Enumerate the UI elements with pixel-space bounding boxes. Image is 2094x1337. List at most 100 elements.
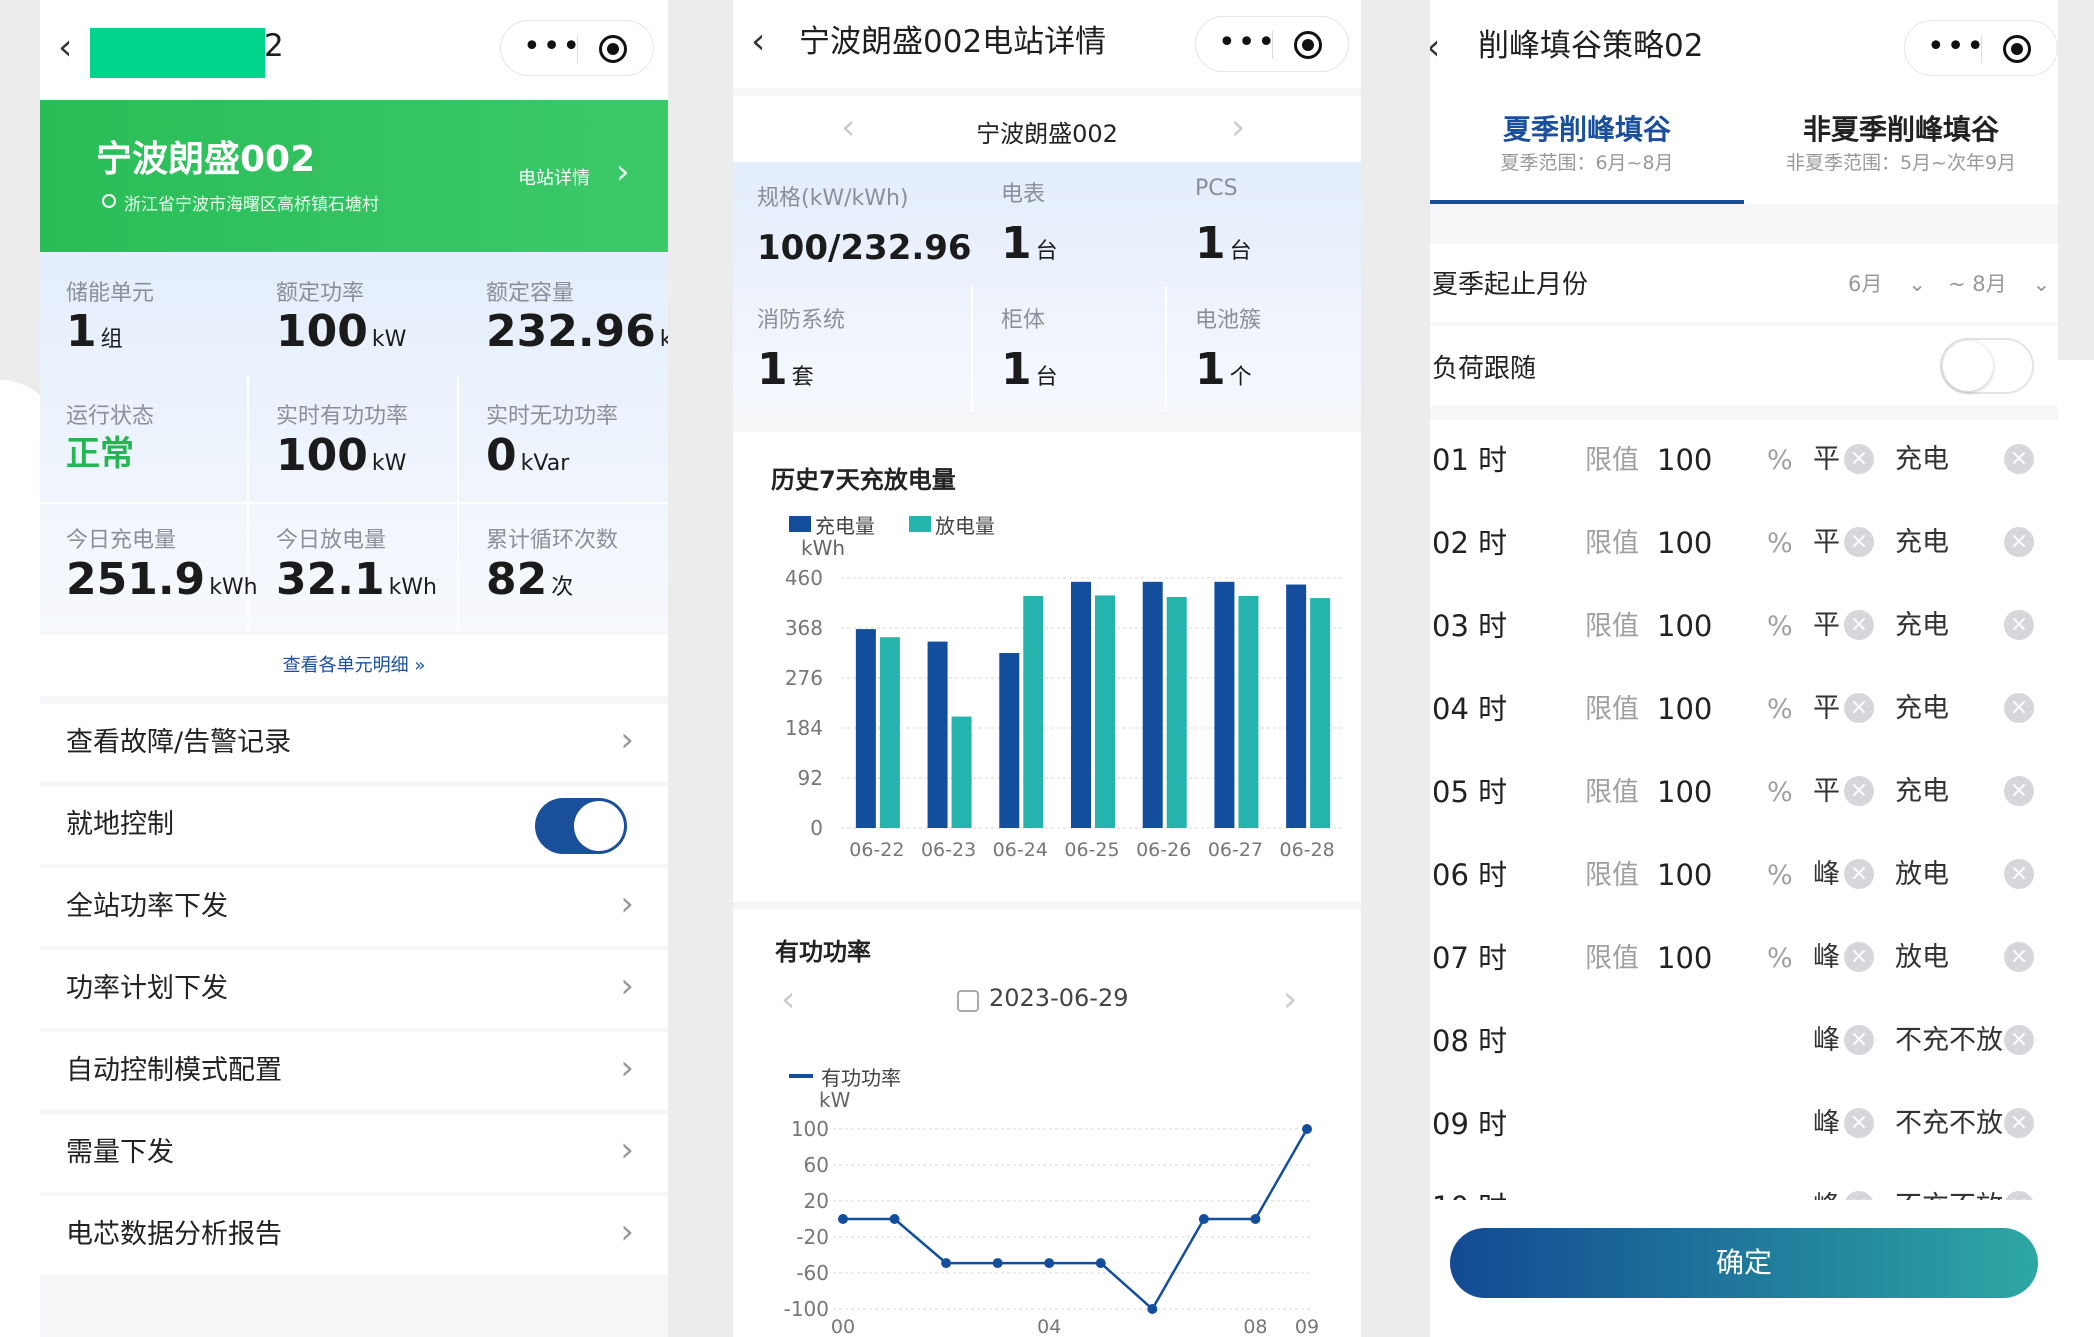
- limit-input[interactable]: 100: [1657, 772, 1712, 812]
- chevron-right-icon: ›: [620, 966, 634, 1006]
- action-select[interactable]: 充电: [1895, 772, 1949, 812]
- stat-value: 82 次: [486, 554, 574, 605]
- clear-period-icon[interactable]: ×: [1844, 859, 1874, 889]
- clear-action-icon[interactable]: ×: [2004, 1108, 2034, 1138]
- action-select[interactable]: 充电: [1895, 689, 1949, 729]
- action-select[interactable]: 不充不放: [1895, 1021, 2003, 1061]
- station-header: 宁波朗盛002 浙江省宁波市海曙区高桥镇石塘村 电站详情 ›: [40, 100, 668, 252]
- view-units-link[interactable]: 查看各单元明细 »: [40, 651, 668, 677]
- limit-input[interactable]: 100: [1657, 855, 1712, 895]
- clear-action-icon[interactable]: ×: [2004, 444, 2034, 474]
- period-select[interactable]: 平: [1813, 772, 1840, 812]
- season-tabs: 夏季削峰填谷 夏季范围：6月~8月 非夏季削峰填谷 非夏季范围：5月~次年9月: [1430, 98, 2058, 204]
- clear-period-icon[interactable]: ×: [1844, 776, 1874, 806]
- clear-action-icon[interactable]: ×: [2004, 1025, 2034, 1055]
- end-month-select[interactable]: ~ 8月 ⌄: [1948, 268, 2050, 298]
- action-select[interactable]: 充电: [1895, 606, 1949, 646]
- menu-label: 需量下发: [66, 1137, 174, 1168]
- close-target-icon[interactable]: [2003, 35, 2031, 63]
- clear-period-icon[interactable]: ×: [1844, 693, 1874, 723]
- period-select[interactable]: 峰: [1813, 938, 1840, 978]
- tab-indicator: [1430, 200, 1744, 204]
- hour-row: 08 时 峰 × 不充不放 ×: [1430, 1001, 2058, 1084]
- stat-label: 累计循环次数: [486, 528, 619, 553]
- clear-action-icon[interactable]: ×: [2004, 693, 2034, 723]
- clear-action-icon[interactable]: ×: [2004, 527, 2034, 557]
- power-point: [941, 1258, 952, 1269]
- next-station-icon[interactable]: ›: [1231, 108, 1245, 148]
- y-tick-label: 20: [804, 1189, 829, 1213]
- more-icon[interactable]: •••: [523, 29, 582, 65]
- more-icon[interactable]: •••: [1218, 25, 1277, 61]
- clear-period-icon[interactable]: ×: [1844, 1108, 1874, 1138]
- menu-item-cell-report[interactable]: 电芯数据分析报告 ›: [40, 1196, 668, 1274]
- power-point: [1198, 1214, 1209, 1224]
- clear-period-icon[interactable]: ×: [1844, 942, 1874, 972]
- stat-label: 实时有功功率: [276, 404, 409, 429]
- bar-charge: [999, 653, 1020, 828]
- action-select[interactable]: 充电: [1895, 440, 1949, 480]
- nav-bar: ‹ 2 •••: [40, 0, 668, 98]
- menu-item-fault-records[interactable]: 查看故障/告警记录 ›: [40, 704, 668, 782]
- back-icon[interactable]: ‹: [58, 28, 72, 68]
- action-select[interactable]: 不充不放: [1895, 1104, 2003, 1144]
- toggle-knob: [574, 801, 624, 851]
- menu-item-auto-mode[interactable]: 自动控制模式配置 ›: [40, 1032, 668, 1110]
- clear-period-icon[interactable]: ×: [1844, 444, 1874, 474]
- grid-divider: [1165, 286, 1167, 412]
- limit-label: 限值: [1585, 694, 1639, 725]
- tab-summer[interactable]: 夏季削峰填谷 夏季范围：6月~8月: [1430, 98, 1744, 204]
- percent-label: %: [1767, 777, 1793, 808]
- menu-item-power-plan[interactable]: 功率计划下发 ›: [40, 950, 668, 1028]
- load-follow-label: 负荷跟随: [1432, 354, 1537, 384]
- clear-period-icon[interactable]: ×: [1844, 527, 1874, 557]
- clear-period-icon[interactable]: ×: [1844, 1025, 1874, 1055]
- period-select[interactable]: 平: [1813, 440, 1840, 480]
- confirm-button[interactable]: 确定: [1450, 1228, 2038, 1298]
- nav-bar: ‹ 削峰填谷策略02 •••: [1430, 0, 2058, 98]
- action-select[interactable]: 放电: [1895, 938, 1949, 978]
- start-month-select[interactable]: 6月 ⌄: [1848, 268, 1926, 298]
- close-target-icon[interactable]: [1294, 31, 1322, 59]
- bar-discharge: [1310, 598, 1331, 828]
- action-select[interactable]: 充电: [1895, 523, 1949, 563]
- action-select[interactable]: 放电: [1895, 855, 1949, 895]
- load-follow-toggle[interactable]: [1940, 338, 2034, 394]
- period-select[interactable]: 峰: [1813, 855, 1840, 895]
- energy-chart-card: 历史7天充放电量 充电量 放电量 kWh 460 368 276 184 92 0 06-2…: [733, 432, 1361, 902]
- spec-value: 1个: [1195, 344, 1252, 395]
- clear-period-icon[interactable]: ×: [1844, 610, 1874, 640]
- clear-action-icon[interactable]: ×: [2004, 610, 2034, 640]
- y-tick-label: -60: [796, 1261, 829, 1285]
- back-icon[interactable]: ‹: [751, 22, 765, 62]
- more-icon[interactable]: •••: [1927, 29, 1986, 65]
- clear-action-icon[interactable]: ×: [2004, 776, 2034, 806]
- station-detail-link[interactable]: 电站详情: [518, 164, 590, 190]
- hour-label: 06 时: [1432, 858, 1508, 892]
- period-select[interactable]: 平: [1813, 689, 1840, 729]
- period-select[interactable]: 峰: [1813, 1104, 1840, 1144]
- tab-non-summer[interactable]: 非夏季削峰填谷 非夏季范围：5月~次年9月: [1744, 98, 2058, 204]
- power-line: [843, 1128, 1309, 1311]
- close-target-icon[interactable]: [599, 35, 627, 63]
- limit-input[interactable]: 100: [1657, 938, 1712, 978]
- period-select[interactable]: 平: [1813, 606, 1840, 646]
- limit-input[interactable]: 100: [1657, 689, 1712, 729]
- power-point: [992, 1258, 1003, 1269]
- clear-action-icon[interactable]: ×: [2004, 942, 2034, 972]
- limit-input[interactable]: 100: [1657, 606, 1712, 646]
- back-icon[interactable]: ‹: [1430, 28, 1440, 68]
- chevron-right-icon[interactable]: ›: [616, 152, 630, 192]
- limit-input[interactable]: 100: [1657, 440, 1712, 480]
- limit-input[interactable]: 100: [1657, 523, 1712, 563]
- line-chart: 100 60 20 -20 -60 -10000 04 08 09: [784, 1117, 1319, 1337]
- menu-item-station-power[interactable]: 全站功率下发 ›: [40, 868, 668, 946]
- local-control-toggle[interactable]: [535, 798, 627, 854]
- spec-value: 100/232.96: [757, 228, 972, 268]
- percent-label: %: [1767, 611, 1793, 642]
- menu-item-demand[interactable]: 需量下发 ›: [40, 1114, 668, 1192]
- clear-action-icon[interactable]: ×: [2004, 859, 2034, 889]
- period-select[interactable]: 平: [1813, 523, 1840, 563]
- period-select[interactable]: 峰: [1813, 1021, 1840, 1061]
- capsule-divider: [1272, 31, 1273, 59]
